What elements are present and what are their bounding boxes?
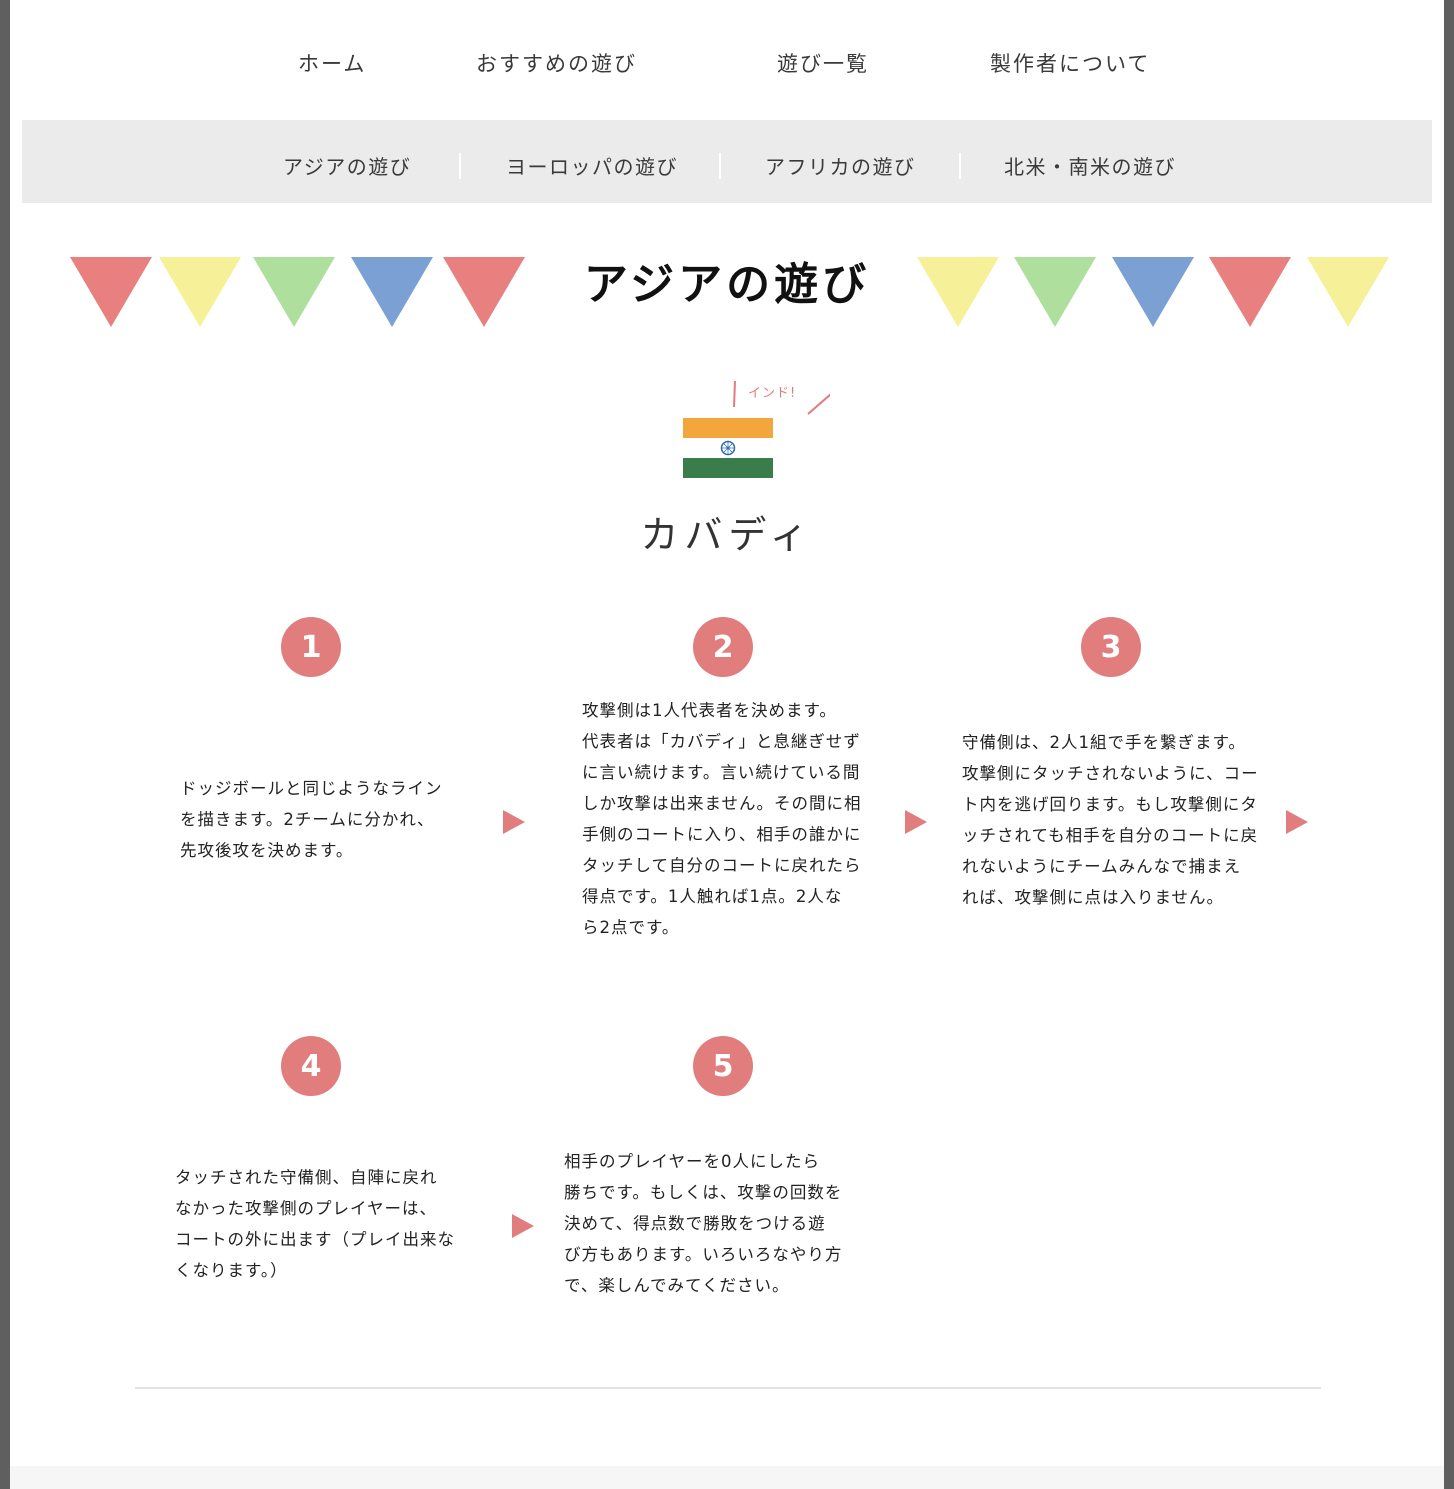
nav-item-recommended[interactable]: おすすめの遊び [476, 48, 637, 78]
region-tab-americas[interactable]: 北米・南米の遊び [1004, 151, 1176, 180]
step-number-badge: 3 [1081, 617, 1141, 677]
step-text-line: で、楽しんでみてください。 [564, 1276, 790, 1295]
india-flag-icon [683, 418, 773, 478]
step-number-badge: 4 [281, 1036, 341, 1096]
step-text-line: しか攻撃は出来ません。その間に相 [582, 794, 862, 813]
footer [10, 1466, 1444, 1489]
step-text-line: 得点です。1人触れば1点。2人な [582, 887, 843, 906]
nav-item-game-list[interactable]: 遊び一覧 [777, 48, 869, 78]
step-text-line: コートの外に出ます（プレイ出来な [175, 1230, 455, 1249]
step-description: ドッジボールと同じようなライン を描きます。2チームに分かれ、 先攻後攻を決めま… [180, 773, 443, 866]
region-tab-asia[interactable]: アジアの遊び [283, 151, 411, 180]
step-text-line: ッチされても相手を自分のコートに戻 [962, 826, 1259, 845]
step-text-line: を描きます。2チームに分かれ、 [180, 810, 435, 829]
step-text-line: 守備側は、2人1組で手を繋ぎます。 [962, 733, 1246, 752]
nav-divider [959, 153, 961, 179]
next-step-arrow-icon [512, 1214, 534, 1238]
region-tab-africa[interactable]: アフリカの遊び [765, 151, 916, 180]
country-callout: インド! [748, 386, 797, 401]
next-step-arrow-icon [1286, 810, 1308, 834]
next-step-arrow-icon [503, 810, 525, 834]
ashoka-chakra-icon [720, 440, 736, 456]
step-text-line: くなります。） [175, 1261, 288, 1280]
step-text-line: 手側のコートに入り、相手の誰かに [582, 825, 862, 844]
nav-item-about-creator[interactable]: 製作者について [990, 48, 1150, 78]
step-text-line: 決めて、得点数で勝敗をつける遊 [564, 1214, 826, 1233]
step-text-line: なかった攻撃側のプレイヤーは、 [175, 1199, 438, 1218]
main-nav: ホーム おすすめの遊び 遊び一覧 製作者について [10, 48, 1444, 88]
region-nav: アジアの遊び ヨーロッパの遊び アフリカの遊び 北米・南米の遊び [22, 120, 1432, 203]
section-divider [135, 1387, 1321, 1389]
step-description: 相手のプレイヤーを0人にしたら 勝ちです。もしくは、攻撃の回数を 決めて、得点数… [564, 1146, 842, 1301]
game-title: カバディ [640, 513, 814, 557]
step-text-line: 代表者は「カバディ」と息継ぎせず [582, 732, 861, 751]
nav-divider [719, 153, 721, 179]
step-text-line: 攻撃側は1人代表者を決めます。 [582, 701, 837, 720]
step-text-line: 相手のプレイヤーを0人にしたら [564, 1152, 821, 1171]
step-description: 守備側は、2人1組で手を繋ぎます。 攻撃側にタッチされないように、コー ト内を逃… [962, 727, 1259, 913]
step-text-line: び方もあります。いろいろなやり方 [564, 1245, 843, 1264]
next-step-arrow-icon [905, 810, 927, 834]
step-description: 攻撃側は1人代表者を決めます。 代表者は「カバディ」と息継ぎせず に言い続けます… [582, 695, 862, 943]
step-text-line: 先攻後攻を決めます。 [180, 841, 354, 860]
nav-divider [459, 153, 461, 179]
step-text-line: に言い続けます。言い続けている間 [582, 763, 861, 782]
section-title: アジアの遊び [583, 259, 871, 310]
step-text-line: 勝ちです。もしくは、攻撃の回数を [564, 1183, 843, 1202]
page: ホーム おすすめの遊び 遊び一覧 製作者について アジアの遊び ヨーロッパの遊び… [10, 0, 1444, 1489]
nav-item-home[interactable]: ホーム [298, 48, 366, 78]
step-text-line: ら2点です。 [582, 918, 680, 937]
step-text-line: 攻撃側にタッチされないように、コー [962, 764, 1259, 783]
step-text-line: タッチして自分のコートに戻れたら [582, 856, 862, 875]
step-text-line: タッチされた守備側、自陣に戻れ [175, 1168, 438, 1187]
step-number-badge: 5 [693, 1036, 753, 1096]
step-text-line: れば、攻撃側に点は入りません。 [962, 888, 1225, 907]
step-text-line: ドッジボールと同じようなライン [180, 779, 443, 798]
step-text-line: ト内を逃げ回ります。もし攻撃側にタ [962, 795, 1258, 814]
region-tab-europe[interactable]: ヨーロッパの遊び [506, 151, 678, 180]
step-number-badge: 1 [281, 617, 341, 677]
step-number-badge: 2 [693, 617, 753, 677]
step-description: タッチされた守備側、自陣に戻れ なかった攻撃側のプレイヤーは、 コートの外に出ま… [175, 1162, 455, 1286]
step-text-line: れないようにチームみんなで捕まえ [962, 857, 1242, 876]
